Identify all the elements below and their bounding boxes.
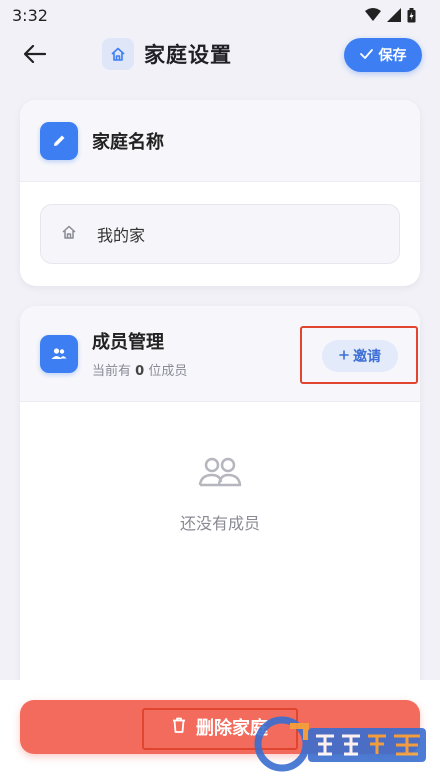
- family-name-input[interactable]: 我的家: [40, 204, 400, 264]
- arrow-left-icon: [23, 44, 47, 67]
- wifi-icon: [365, 8, 381, 22]
- family-name-title: 家庭名称: [92, 131, 164, 153]
- subtitle-prefix: 当前有: [92, 364, 132, 379]
- member-count: 0: [135, 364, 145, 379]
- plus-icon: [339, 348, 349, 364]
- invite-button[interactable]: 邀请: [322, 340, 398, 372]
- status-icons: [365, 7, 416, 23]
- empty-text: 还没有成员: [179, 514, 260, 533]
- page-title: 家庭设置: [144, 43, 232, 67]
- members-header: 成员管理 当前有 0 位成员 邀请: [20, 306, 420, 402]
- battery-icon: [407, 7, 416, 23]
- home-outline-icon: [61, 224, 77, 244]
- family-name-value: 我的家: [97, 226, 146, 245]
- empty-state: 还没有成员: [20, 456, 420, 534]
- members-subtitle: 当前有 0 位成员: [92, 360, 187, 379]
- app-bar: 家庭设置 保存: [0, 30, 440, 82]
- save-button[interactable]: 保存: [344, 38, 422, 72]
- title-group: 家庭设置: [102, 38, 232, 70]
- family-name-header: 家庭名称: [20, 100, 420, 182]
- subtitle-suffix: 位成员: [148, 364, 188, 379]
- save-label: 保存: [378, 48, 407, 64]
- family-name-card: 家庭名称 我的家: [20, 100, 420, 286]
- check-icon: [359, 47, 373, 63]
- invite-label: 邀请: [353, 349, 381, 365]
- signal-icon: [387, 8, 401, 22]
- pencil-icon: [40, 121, 78, 160]
- home-icon: [102, 38, 134, 70]
- members-title-group: 成员管理 当前有 0 位成员: [92, 328, 187, 379]
- people-outline-icon: [197, 456, 243, 492]
- status-bar: 3:32: [0, 0, 440, 30]
- group-icon: [40, 334, 78, 373]
- members-card: 成员管理 当前有 0 位成员 邀请 还没有成员: [20, 306, 420, 706]
- watermark-logo: [254, 716, 426, 772]
- status-time: 3:32: [12, 5, 48, 25]
- back-button[interactable]: [20, 42, 50, 70]
- members-title: 成员管理: [92, 332, 164, 353]
